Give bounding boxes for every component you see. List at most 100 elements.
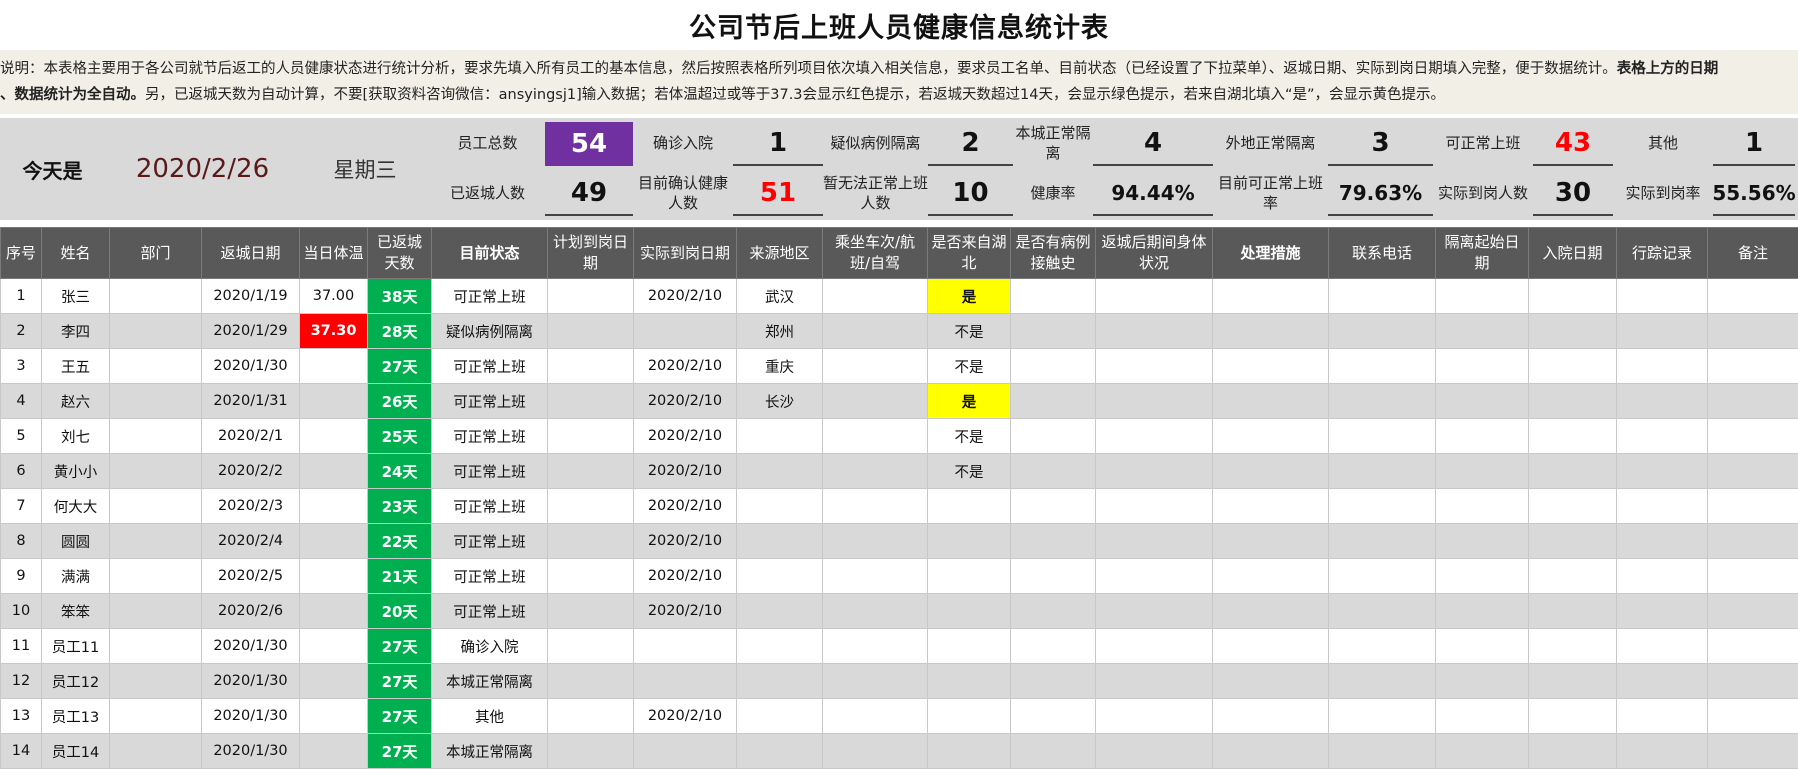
department-cell[interactable] — [110, 349, 202, 384]
track-record[interactable] — [1617, 314, 1708, 349]
transport-cell[interactable] — [823, 419, 928, 454]
return-date[interactable]: 2020/2/4 — [202, 524, 300, 559]
planned-date[interactable] — [548, 664, 634, 699]
actual-date[interactable]: 2020/2/10 — [634, 524, 737, 559]
hubei-cell[interactable]: 是 — [928, 279, 1011, 314]
note-cell[interactable] — [1708, 419, 1798, 454]
temperature-cell[interactable] — [300, 699, 368, 734]
status-cell[interactable]: 其他 — [432, 699, 548, 734]
return-date[interactable]: 2020/2/6 — [202, 594, 300, 629]
department-cell[interactable] — [110, 559, 202, 594]
isolation-start[interactable] — [1436, 524, 1529, 559]
transport-cell[interactable] — [823, 349, 928, 384]
phone-cell[interactable] — [1329, 559, 1436, 594]
note-cell[interactable] — [1708, 559, 1798, 594]
planned-date[interactable] — [548, 419, 634, 454]
department-cell[interactable] — [110, 594, 202, 629]
planned-date[interactable] — [548, 699, 634, 734]
track-record[interactable] — [1617, 629, 1708, 664]
note-cell[interactable] — [1708, 594, 1798, 629]
days-returned-badge[interactable]: 27天 — [368, 734, 432, 769]
contact-history[interactable] — [1011, 314, 1096, 349]
planned-date[interactable] — [548, 314, 634, 349]
hubei-cell[interactable] — [928, 489, 1011, 524]
col-header[interactable]: 来源地区 — [737, 228, 823, 279]
temperature-cell[interactable] — [300, 734, 368, 769]
hospital-date[interactable] — [1529, 559, 1617, 594]
employee-name[interactable]: 黄小小 — [42, 454, 110, 489]
track-record[interactable] — [1617, 419, 1708, 454]
col-header[interactable]: 备注 — [1708, 228, 1798, 279]
source-region[interactable] — [737, 629, 823, 664]
track-record[interactable] — [1617, 664, 1708, 699]
source-region[interactable]: 重庆 — [737, 349, 823, 384]
employee-name[interactable]: 满满 — [42, 559, 110, 594]
source-region[interactable] — [737, 594, 823, 629]
note-cell[interactable] — [1708, 629, 1798, 664]
return-date[interactable]: 2020/1/30 — [202, 699, 300, 734]
isolation-start[interactable] — [1436, 489, 1529, 524]
return-date[interactable]: 2020/2/1 — [202, 419, 300, 454]
days-returned-badge[interactable]: 23天 — [368, 489, 432, 524]
planned-date[interactable] — [548, 454, 634, 489]
department-cell[interactable] — [110, 734, 202, 769]
hubei-cell[interactable]: 不是 — [928, 419, 1011, 454]
planned-date[interactable] — [548, 629, 634, 664]
health-condition[interactable] — [1096, 594, 1213, 629]
employee-name[interactable]: 员工14 — [42, 734, 110, 769]
status-cell[interactable]: 可正常上班 — [432, 384, 548, 419]
measure-cell[interactable] — [1213, 314, 1329, 349]
row-number[interactable]: 9 — [1, 559, 42, 594]
department-cell[interactable] — [110, 419, 202, 454]
status-cell[interactable]: 可正常上班 — [432, 349, 548, 384]
row-number[interactable]: 7 — [1, 489, 42, 524]
source-region[interactable] — [737, 489, 823, 524]
hospital-date[interactable] — [1529, 314, 1617, 349]
hubei-cell[interactable]: 不是 — [928, 314, 1011, 349]
measure-cell[interactable] — [1213, 559, 1329, 594]
measure-cell[interactable] — [1213, 524, 1329, 559]
col-header[interactable]: 隔离起始日期 — [1436, 228, 1529, 279]
contact-history[interactable] — [1011, 349, 1096, 384]
employee-name[interactable]: 何大大 — [42, 489, 110, 524]
days-returned-badge[interactable]: 28天 — [368, 314, 432, 349]
hubei-cell[interactable] — [928, 734, 1011, 769]
transport-cell[interactable] — [823, 664, 928, 699]
source-region[interactable]: 武汉 — [737, 279, 823, 314]
hospital-date[interactable] — [1529, 594, 1617, 629]
temperature-cell[interactable]: 37.00 — [300, 279, 368, 314]
hubei-cell[interactable] — [928, 594, 1011, 629]
measure-cell[interactable] — [1213, 454, 1329, 489]
source-region[interactable] — [737, 664, 823, 699]
actual-date[interactable]: 2020/2/10 — [634, 699, 737, 734]
hospital-date[interactable] — [1529, 524, 1617, 559]
hubei-cell[interactable]: 是 — [928, 384, 1011, 419]
hospital-date[interactable] — [1529, 384, 1617, 419]
isolation-start[interactable] — [1436, 629, 1529, 664]
track-record[interactable] — [1617, 454, 1708, 489]
employee-name[interactable]: 王五 — [42, 349, 110, 384]
transport-cell[interactable] — [823, 489, 928, 524]
return-date[interactable]: 2020/1/29 — [202, 314, 300, 349]
note-cell[interactable] — [1708, 489, 1798, 524]
actual-date[interactable]: 2020/2/10 — [634, 559, 737, 594]
track-record[interactable] — [1617, 384, 1708, 419]
temperature-cell[interactable]: 37.30 — [300, 314, 368, 349]
note-cell[interactable] — [1708, 279, 1798, 314]
isolation-start[interactable] — [1436, 594, 1529, 629]
contact-history[interactable] — [1011, 384, 1096, 419]
department-cell[interactable] — [110, 314, 202, 349]
phone-cell[interactable] — [1329, 664, 1436, 699]
note-cell[interactable] — [1708, 664, 1798, 699]
row-number[interactable]: 3 — [1, 349, 42, 384]
temperature-cell[interactable] — [300, 559, 368, 594]
planned-date[interactable] — [548, 594, 634, 629]
note-cell[interactable] — [1708, 454, 1798, 489]
temperature-cell[interactable] — [300, 629, 368, 664]
temperature-cell[interactable] — [300, 384, 368, 419]
row-number[interactable]: 12 — [1, 664, 42, 699]
planned-date[interactable] — [548, 279, 634, 314]
department-cell[interactable] — [110, 454, 202, 489]
days-returned-badge[interactable]: 22天 — [368, 524, 432, 559]
contact-history[interactable] — [1011, 524, 1096, 559]
